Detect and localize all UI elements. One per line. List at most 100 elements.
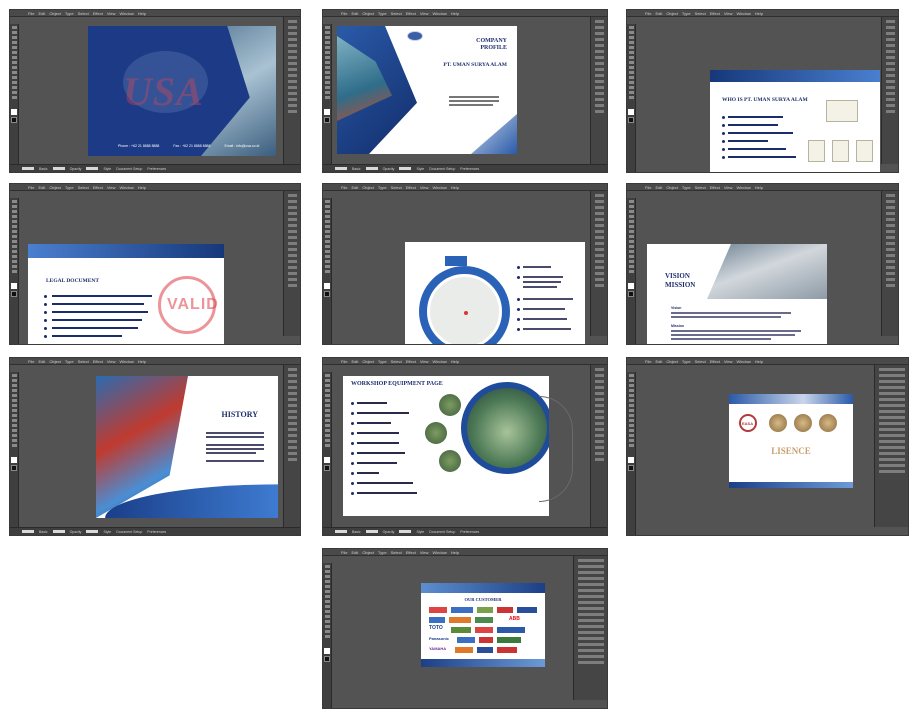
stroke-swatch-icon[interactable] — [11, 465, 17, 471]
status-basic[interactable]: Basic — [39, 530, 48, 534]
status-basic[interactable]: Basic — [39, 167, 48, 171]
menu-object[interactable]: Object — [49, 10, 61, 17]
stroke-swatch-icon[interactable] — [324, 465, 330, 471]
menu-edit[interactable]: Edit — [655, 10, 662, 17]
properties-panel[interactable] — [874, 365, 908, 527]
status-opacity[interactable]: Opacity — [383, 167, 395, 171]
menu-select[interactable]: Select — [391, 10, 402, 17]
menu-file[interactable]: File — [28, 184, 34, 191]
tools-panel[interactable] — [323, 24, 332, 172]
menu-effect[interactable]: Effect — [710, 184, 720, 191]
tools-panel[interactable] — [323, 372, 332, 535]
fill-swatch-icon[interactable] — [628, 457, 634, 463]
status-document-setup[interactable]: Document Setup — [429, 167, 455, 171]
menu-window[interactable]: Window — [736, 184, 750, 191]
menu-type[interactable]: Type — [65, 10, 74, 17]
stroke-swatch-icon[interactable] — [324, 291, 330, 297]
menu-view[interactable]: View — [420, 10, 429, 17]
menu-type[interactable]: Type — [378, 184, 387, 191]
status-preferences[interactable]: Preferences — [460, 530, 479, 534]
status-document-setup[interactable]: Document Setup — [429, 530, 455, 534]
menu-file[interactable]: File — [341, 10, 347, 17]
stroke-swatch-icon[interactable] — [11, 291, 17, 297]
status-basic[interactable]: Basic — [352, 530, 361, 534]
fill-swatch-icon[interactable] — [11, 109, 17, 115]
stroke-swatch-icon[interactable] — [324, 117, 330, 123]
menu-select[interactable]: Select — [391, 184, 402, 191]
menu-window[interactable]: Window — [736, 10, 750, 17]
menu-object[interactable]: Object — [49, 184, 61, 191]
menu-effect[interactable]: Effect — [406, 358, 416, 365]
properties-panel[interactable] — [590, 365, 607, 527]
fill-swatch-icon[interactable] — [11, 457, 17, 463]
menu-object[interactable]: Object — [666, 358, 678, 365]
status-opacity[interactable]: Opacity — [383, 530, 395, 534]
stroke-swatch-icon[interactable] — [628, 291, 634, 297]
menu-help[interactable]: Help — [138, 10, 146, 17]
menu-help[interactable]: Help — [755, 184, 763, 191]
menu-edit[interactable]: Edit — [351, 549, 358, 556]
properties-panel[interactable] — [283, 17, 300, 164]
artboard-location-slide[interactable] — [405, 242, 585, 344]
status-style[interactable]: Style — [416, 167, 424, 171]
menu-select[interactable]: Select — [695, 184, 706, 191]
menu-effect[interactable]: Effect — [710, 358, 720, 365]
menu-edit[interactable]: Edit — [38, 184, 45, 191]
menu-view[interactable]: View — [724, 358, 733, 365]
menu-window[interactable]: Window — [432, 549, 446, 556]
tools-panel[interactable] — [323, 198, 332, 344]
menu-file[interactable]: File — [645, 10, 651, 17]
properties-panel[interactable] — [283, 191, 300, 336]
menu-view[interactable]: View — [724, 10, 733, 17]
menu-window[interactable]: Window — [119, 184, 133, 191]
menu-type[interactable]: Type — [65, 184, 74, 191]
properties-panel[interactable] — [573, 556, 607, 700]
menu-view[interactable]: View — [724, 184, 733, 191]
menu-effect[interactable]: Effect — [710, 10, 720, 17]
menu-window[interactable]: Window — [432, 10, 446, 17]
properties-panel[interactable] — [590, 191, 607, 336]
menu-file[interactable]: File — [645, 184, 651, 191]
menu-type[interactable]: Type — [378, 358, 387, 365]
menu-file[interactable]: File — [28, 358, 34, 365]
menu-window[interactable]: Window — [736, 358, 750, 365]
tools-panel[interactable] — [10, 24, 19, 172]
menu-file[interactable]: File — [28, 10, 34, 17]
artboard-history-slide[interactable]: HISTORY — [96, 376, 278, 518]
menu-window[interactable]: Window — [119, 10, 133, 17]
menu-type[interactable]: Type — [682, 358, 691, 365]
menu-window[interactable]: Window — [432, 184, 446, 191]
menu-effect[interactable]: Effect — [93, 184, 103, 191]
menu-edit[interactable]: Edit — [351, 358, 358, 365]
menu-object[interactable]: Object — [666, 184, 678, 191]
fill-swatch-icon[interactable] — [324, 648, 330, 654]
menu-select[interactable]: Select — [78, 358, 89, 365]
artboard-cover-slide[interactable]: USA Phone : +62 21 8888 8888 Fax : +62 2… — [88, 26, 276, 156]
fill-swatch-icon[interactable] — [628, 109, 634, 115]
stroke-swatch-icon[interactable] — [628, 117, 634, 123]
status-opacity[interactable]: Opacity — [70, 530, 82, 534]
menu-help[interactable]: Help — [451, 10, 459, 17]
menu-edit[interactable]: Edit — [351, 184, 358, 191]
menu-type[interactable]: Type — [682, 10, 691, 17]
menu-window[interactable]: Window — [119, 358, 133, 365]
menu-effect[interactable]: Effect — [93, 10, 103, 17]
menu-help[interactable]: Help — [451, 549, 459, 556]
menu-file[interactable]: File — [645, 358, 651, 365]
fill-swatch-icon[interactable] — [11, 283, 17, 289]
menu-edit[interactable]: Edit — [351, 10, 358, 17]
properties-panel[interactable] — [283, 365, 300, 527]
menu-view[interactable]: View — [107, 10, 116, 17]
menu-view[interactable]: View — [420, 358, 429, 365]
artboard-legal-document-slide[interactable]: LEGAL DOCUMENT VALID — [28, 244, 224, 344]
menu-type[interactable]: Type — [65, 358, 74, 365]
tools-panel[interactable] — [627, 198, 636, 344]
fill-swatch-icon[interactable] — [324, 457, 330, 463]
status-preferences[interactable]: Preferences — [147, 167, 166, 171]
menu-effect[interactable]: Effect — [406, 184, 416, 191]
menu-select[interactable]: Select — [391, 358, 402, 365]
artboard-company-profile-slide[interactable]: COMPANY PROFILE PT. UMAN SURYA ALAM — [337, 26, 517, 154]
fill-swatch-icon[interactable] — [628, 283, 634, 289]
menu-view[interactable]: View — [107, 358, 116, 365]
menu-help[interactable]: Help — [451, 184, 459, 191]
